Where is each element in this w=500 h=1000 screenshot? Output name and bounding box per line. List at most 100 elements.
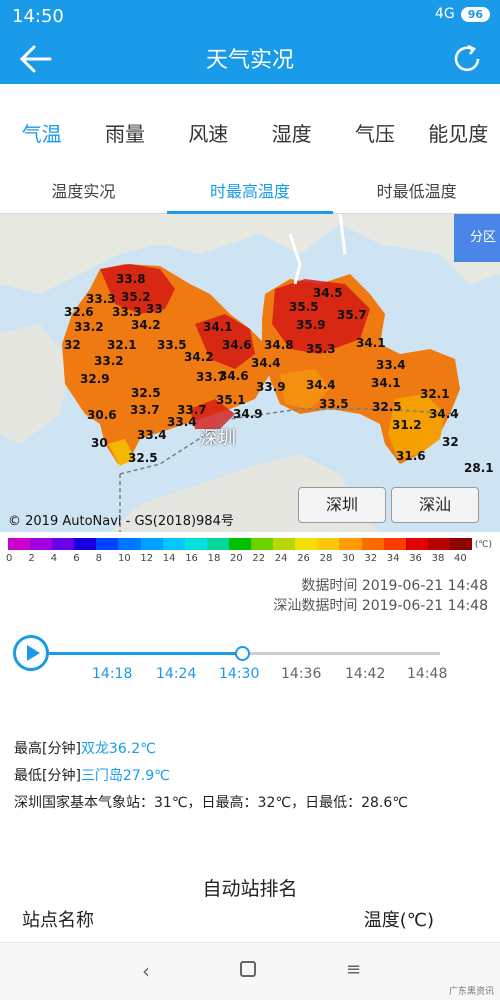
tab-humidity[interactable]: 湿度 bbox=[250, 100, 333, 160]
tab-rainfall[interactable]: 雨量 bbox=[83, 100, 166, 160]
status-icons: 4G 96 bbox=[435, 6, 490, 22]
legend-color-swatch bbox=[295, 538, 318, 550]
legend-color-swatch bbox=[162, 538, 185, 550]
station-temp-label: 32.9 bbox=[80, 372, 110, 386]
legend-tick: 10 bbox=[118, 553, 131, 564]
legend-tick: 18 bbox=[207, 553, 221, 564]
element-tabs: 气温 雨量 风速 湿度 气压 能见度 bbox=[0, 100, 500, 160]
legend-tick: 24 bbox=[274, 553, 288, 564]
legend-color-swatch bbox=[30, 538, 53, 550]
time-tick[interactable]: 14:18 bbox=[92, 666, 132, 682]
city-label: 深圳 bbox=[200, 428, 236, 449]
nav-back-icon[interactable]: ‹ bbox=[142, 959, 150, 983]
signal-label: 4G bbox=[434, 6, 455, 22]
max-temp-row: 最高[分钟]双龙36.2℃ bbox=[14, 736, 408, 763]
page-title: 天气实况 bbox=[205, 48, 294, 73]
legend-color-swatch bbox=[8, 538, 31, 550]
station-temp-label: 35.5 bbox=[289, 300, 319, 314]
nav-home-icon[interactable] bbox=[240, 961, 256, 977]
time-tick[interactable]: 14:42 bbox=[345, 666, 385, 682]
station-temp-label: 33.3 bbox=[112, 305, 142, 319]
shenzhen-button[interactable]: 深圳 bbox=[298, 487, 386, 523]
station-temp-label: 32.6 bbox=[64, 305, 94, 319]
time-tick[interactable]: 14:36 bbox=[281, 666, 321, 682]
station-temp-label: 33.2 bbox=[94, 354, 124, 368]
legend-tick: 28 bbox=[319, 553, 333, 564]
legend-tick: 4 bbox=[50, 553, 58, 564]
station-temp-label: 35.3 bbox=[306, 342, 336, 356]
play-icon[interactable] bbox=[13, 635, 49, 671]
legend-tick: 30 bbox=[342, 553, 355, 564]
time-tick[interactable]: 14:30 bbox=[219, 666, 259, 682]
legend-tick: 8 bbox=[95, 553, 102, 564]
station-temp-label: 32.5 bbox=[131, 386, 161, 400]
temperature-map[interactable]: 33.8 35.2 33.3 33.3 32.6 33 33.2 34.2 34.1 32 32.1… bbox=[0, 214, 500, 532]
legend-color-swatch bbox=[52, 538, 75, 550]
data-times: 数据时间 2019-06-21 14:48 深汕数据时间 2019-06-21 … bbox=[273, 576, 488, 616]
station-temp-label: 34.4 bbox=[251, 356, 281, 370]
max-label: 最高[分钟] bbox=[14, 741, 81, 757]
station-temp-label: 34.5 bbox=[313, 286, 343, 300]
legend-color-swatch bbox=[228, 538, 252, 550]
station-temp-label: 33.3 bbox=[86, 292, 116, 306]
legend-color-swatch bbox=[206, 538, 229, 550]
station-temp-label: 30 bbox=[91, 436, 108, 450]
subtab-current-temp[interactable]: 温度实况 bbox=[0, 162, 167, 213]
legend-tick: 40 bbox=[454, 553, 467, 564]
legend-ticks: 0 2 4 6 8 10 12 14 16 18 20 22 24 26 28 30 32 34 36 38 40 bbox=[0, 553, 500, 567]
min-label: 最低[分钟] bbox=[14, 768, 81, 784]
battery-icon: 96 bbox=[460, 6, 490, 22]
station-temp-label: 34.2 bbox=[131, 318, 161, 332]
map-canvas bbox=[0, 214, 500, 532]
temperature-stats: 最高[分钟]双龙36.2℃ 最低[分钟]三门岛27.9℃ 深圳国家基本气象站：3… bbox=[14, 736, 408, 817]
station-temp-label: 32 bbox=[64, 338, 81, 352]
station-temp-label: 35.9 bbox=[296, 318, 326, 332]
tab-visibility[interactable]: 能见度 bbox=[417, 100, 500, 160]
station-temp-label: 33 bbox=[146, 302, 163, 316]
tab-temperature[interactable]: 气温 bbox=[0, 100, 83, 160]
station-temp-label: 34.8 bbox=[264, 338, 294, 352]
ranking-title: 自动站排名 bbox=[202, 878, 298, 900]
tab-pressure[interactable]: 气压 bbox=[333, 100, 416, 160]
station-temp-label: 34.4 bbox=[306, 378, 336, 392]
legend-tick: 6 bbox=[73, 553, 80, 564]
station-temp-label: 30.6 bbox=[87, 408, 117, 422]
nav-menu-icon[interactable]: ≡ bbox=[346, 959, 361, 980]
station-temp-label: 32 bbox=[442, 435, 459, 449]
ranking-col-station[interactable]: 站点名称 bbox=[22, 906, 94, 932]
zone-button[interactable]: 分区 bbox=[454, 214, 500, 262]
time-slider: 14:18 14:24 14:30 14:36 14:42 14:48 bbox=[0, 630, 500, 690]
station-temp-label: 34.4 bbox=[429, 407, 459, 421]
station-temp-label: 32.5 bbox=[128, 451, 158, 465]
station-temp-label: 32.5 bbox=[372, 400, 402, 414]
shenshan-button[interactable]: 深汕 bbox=[391, 487, 479, 523]
min-temp-row: 最低[分钟]三门岛27.9℃ bbox=[14, 763, 408, 790]
min-value[interactable]: 三门岛27.9℃ bbox=[81, 768, 170, 784]
legend-tick: 26 bbox=[297, 553, 310, 564]
slider-progress bbox=[49, 652, 243, 655]
legend-tick: 2 bbox=[28, 553, 35, 564]
legend-tick: 14 bbox=[162, 553, 176, 564]
legend-color-swatch bbox=[140, 538, 163, 550]
tab-wind-speed[interactable]: 风速 bbox=[167, 100, 250, 160]
station-temp-label: 33.5 bbox=[319, 397, 349, 411]
station-temp-label: 33.9 bbox=[256, 380, 286, 394]
station-temp-label: 31.6 bbox=[396, 449, 426, 463]
legend-tick: 32 bbox=[364, 553, 378, 564]
subtab-hourly-min[interactable]: 时最低温度 bbox=[333, 162, 500, 213]
status-time: 14:50 bbox=[12, 6, 64, 27]
status-bar: 14:50 4G 96 bbox=[0, 0, 500, 32]
watermark: 广东黑资讯 bbox=[448, 987, 494, 997]
legend-color-swatch bbox=[339, 538, 362, 550]
time-tick[interactable]: 14:48 bbox=[407, 666, 447, 682]
max-value[interactable]: 双龙36.2℃ bbox=[81, 741, 156, 757]
ranking-col-temperature[interactable]: 温度(℃) bbox=[364, 906, 434, 932]
station-temp-label: 33.2 bbox=[74, 320, 104, 334]
time-tick[interactable]: 14:24 bbox=[156, 666, 196, 682]
legend-color-swatch bbox=[405, 538, 428, 550]
refresh-icon[interactable] bbox=[450, 42, 484, 76]
slider-knob[interactable] bbox=[235, 646, 250, 661]
subtab-hourly-max[interactable]: 时最高温度 bbox=[166, 162, 334, 214]
station-temp-label: 28.1 bbox=[464, 461, 494, 475]
station-temp-label: 33.4 bbox=[137, 428, 167, 442]
